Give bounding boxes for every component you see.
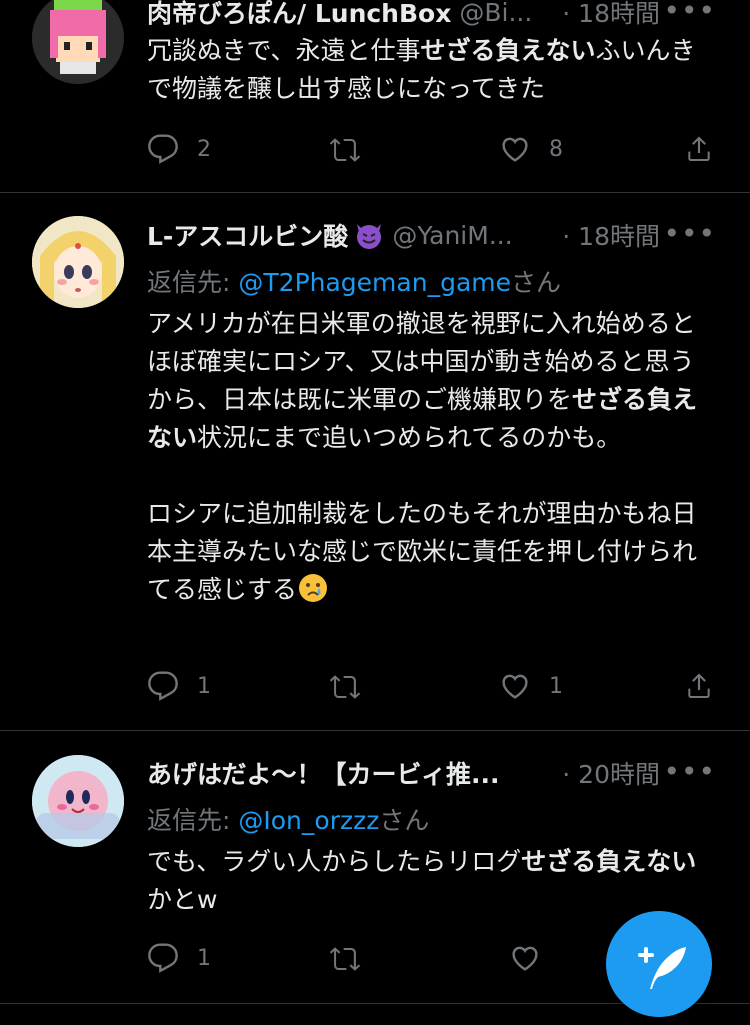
tweet-text: でも、ラグい人からしたらリログせざる負えないかとw bbox=[147, 843, 707, 919]
reply-context: 返信先: @T2Phageman_gameさん bbox=[147, 263, 561, 299]
tweet-header: あげはだよ〜！【カービィ推... · 20時間 bbox=[147, 755, 730, 791]
reply-suffix: さん bbox=[379, 806, 430, 835]
tweet-1[interactable]: 肉帝びろぽん/ LunchBox @Bi... · 18時間 ••• 冗談ぬきで… bbox=[0, 0, 750, 192]
like-icon bbox=[502, 137, 528, 162]
handle[interactable]: @YaniM... bbox=[392, 221, 512, 250]
anime-avatar-icon bbox=[32, 216, 124, 308]
kirby-avatar-icon bbox=[32, 755, 124, 847]
retweet-button[interactable] bbox=[329, 942, 361, 974]
tweet-2[interactable]: L-アスコルビン酸 @YaniM... · 18時間 ••• 返信先: @T2P… bbox=[0, 193, 750, 730]
text-segment: ロシアに追加制裁をしたのもそれが理由かもね日本主導みたいな感じで欧米に責任を押し… bbox=[147, 499, 698, 604]
timestamp[interactable]: · 18時間 bbox=[548, 217, 660, 253]
like-button[interactable]: 8 bbox=[499, 133, 563, 165]
text-segment: 冗談ぬきで、永遠と仕事 bbox=[147, 36, 421, 65]
more-options-button[interactable]: ••• bbox=[663, 217, 716, 250]
smiling-imp-emoji bbox=[354, 220, 384, 250]
reply-button[interactable]: 1 bbox=[147, 942, 211, 974]
tweet-text: アメリカが在日米軍の撤退を視野に入れ始めるとほぼ確実にロシア、又は中国が動き始め… bbox=[147, 305, 707, 609]
avatar-tweet-1[interactable] bbox=[32, 0, 124, 84]
reply-icon bbox=[148, 671, 178, 701]
display-name[interactable]: 肉帝びろぽん/ LunchBox bbox=[147, 0, 451, 30]
action-bar: 2 8 bbox=[147, 133, 727, 173]
pixel-avatar-icon bbox=[32, 0, 124, 84]
timestamp[interactable]: · 18時間 bbox=[548, 0, 660, 30]
reply-icon bbox=[148, 134, 178, 164]
reply-target-link[interactable]: @Ion_orzzz bbox=[238, 806, 379, 835]
compose-tweet-icon bbox=[638, 947, 686, 989]
reply-suffix: さん bbox=[511, 268, 562, 297]
like-icon bbox=[502, 674, 528, 699]
more-options-button[interactable]: ••• bbox=[663, 755, 716, 788]
more-options-button[interactable]: ••• bbox=[663, 0, 716, 27]
reply-button[interactable]: 1 bbox=[147, 670, 211, 702]
reply-count: 2 bbox=[197, 136, 211, 162]
like-count: 8 bbox=[549, 136, 563, 162]
share-icon bbox=[688, 673, 710, 698]
bold-segment: せざる負えない bbox=[521, 847, 697, 876]
reply-count: 1 bbox=[197, 945, 211, 971]
compose-tweet-button[interactable] bbox=[606, 911, 712, 1017]
action-bar: 1 1 bbox=[147, 670, 727, 710]
timestamp[interactable]: · 20時間 bbox=[548, 755, 660, 791]
tweet-header: 肉帝びろぽん/ LunchBox @Bi... · 18時間 bbox=[147, 0, 730, 30]
crying-face-emoji bbox=[299, 574, 328, 602]
paragraph: ロシアに追加制裁をしたのもそれが理由かもね日本主導みたいな感じで欧米に責任を押し… bbox=[147, 495, 707, 609]
tweet-text: 冗談ぬきで、永遠と仕事せざる負えないふいんきで物議を醸し出す感じになってきた bbox=[147, 32, 707, 108]
avatar-tweet-3[interactable] bbox=[32, 755, 124, 847]
like-icon bbox=[512, 946, 538, 971]
handle[interactable]: @Bi... bbox=[459, 0, 532, 27]
like-count: 1 bbox=[549, 673, 563, 699]
like-button[interactable]: 1 bbox=[499, 670, 563, 702]
paragraph: アメリカが在日米軍の撤退を視野に入れ始めるとほぼ確実にロシア、又は中国が動き始め… bbox=[147, 305, 707, 457]
retweet-button[interactable] bbox=[329, 670, 361, 702]
reply-context: 返信先: @Ion_orzzzさん bbox=[147, 801, 429, 837]
text-segment: でも、ラグい人からしたらリログ bbox=[147, 847, 522, 876]
avatar-tweet-2[interactable] bbox=[32, 216, 124, 308]
retweet-icon bbox=[329, 675, 361, 699]
like-button[interactable] bbox=[509, 942, 559, 974]
text-segment: かとw bbox=[147, 885, 218, 914]
reply-label: 返信先: bbox=[147, 806, 231, 835]
share-button[interactable] bbox=[683, 670, 715, 702]
share-icon bbox=[688, 136, 710, 161]
tweet-header: L-アスコルビン酸 @YaniM... · 18時間 bbox=[147, 217, 730, 253]
retweet-icon bbox=[329, 947, 361, 971]
bold-segment: せざる負えない bbox=[420, 36, 596, 65]
reply-icon bbox=[148, 943, 178, 973]
display-name[interactable]: あげはだよ〜！【カービィ推... bbox=[147, 755, 500, 791]
share-button[interactable] bbox=[683, 133, 715, 165]
reply-count: 1 bbox=[197, 673, 211, 699]
reply-button[interactable]: 2 bbox=[147, 133, 211, 165]
reply-label: 返信先: bbox=[147, 268, 231, 297]
reply-target-link[interactable]: @T2Phageman_game bbox=[238, 268, 511, 297]
display-name[interactable]: L-アスコルビン酸 bbox=[147, 217, 348, 253]
retweet-icon bbox=[329, 138, 361, 162]
retweet-button[interactable] bbox=[329, 133, 361, 165]
text-segment: 状況にまで追いつめられてるのかも。 bbox=[197, 423, 622, 452]
